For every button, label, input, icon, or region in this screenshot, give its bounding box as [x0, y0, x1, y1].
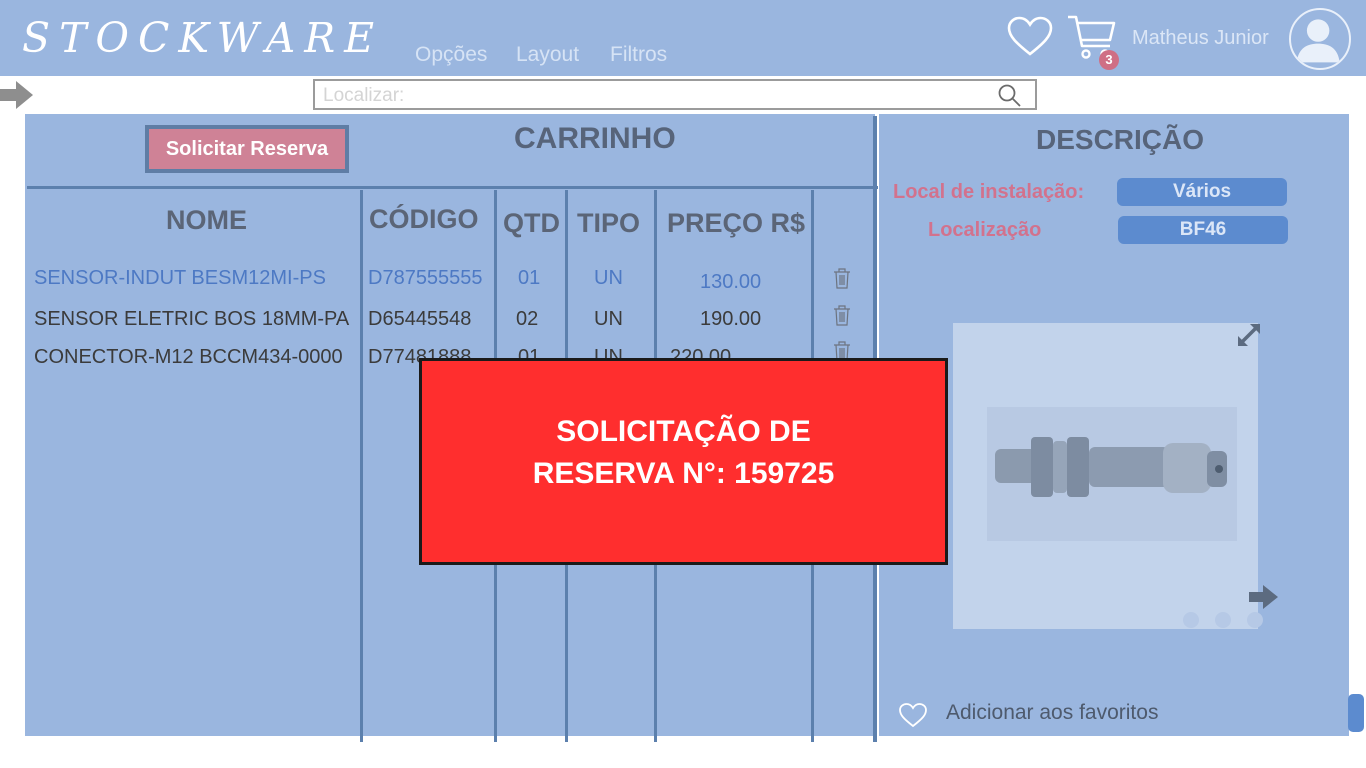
row-1-name[interactable]: SENSOR-INDUT BESM12MI-PS — [34, 267, 326, 290]
description-title: DESCRIÇÃO — [1036, 124, 1205, 155]
install-location-label: Local de instalação: — [893, 181, 1085, 203]
row-2-price: 190.00 — [700, 308, 762, 330]
row-1-qty[interactable]: 01 — [518, 267, 540, 290]
search-input[interactable]: Localizar: — [313, 79, 1037, 110]
heart-icon[interactable] — [898, 702, 928, 728]
arrow-right-icon[interactable] — [0, 80, 34, 110]
app-logo: STOCKWARE — [22, 14, 384, 62]
row-2-name[interactable]: SENSOR ELETRIC BOS 18MM-PA — [34, 308, 349, 331]
reservation-confirmation-dialog[interactable]: SOLICITAÇÃO DE RESERVA N°: 159725 — [419, 358, 948, 565]
search-placeholder: Localizar: — [323, 85, 405, 106]
menu-layout[interactable]: Layout — [516, 43, 579, 67]
add-to-favorites-link[interactable]: Adicionar aos favoritos — [946, 701, 1158, 725]
location-label: Localização — [928, 219, 1042, 241]
column-header-type[interactable]: TIPO — [577, 208, 640, 239]
carousel-dot[interactable] — [1247, 612, 1263, 628]
location-value: BF46 — [1118, 216, 1288, 244]
column-header-name[interactable]: NOME — [166, 205, 247, 236]
reservation-message: SOLICITAÇÃO DE RESERVA N°: 159725 — [422, 411, 945, 495]
menu-opcoes[interactable]: Opções — [415, 43, 487, 67]
cart-header-divider — [27, 186, 878, 189]
expand-icon[interactable] — [1236, 322, 1262, 348]
scrollbar-handle[interactable] — [1348, 694, 1364, 732]
column-header-price[interactable]: PREÇO R$ — [667, 208, 805, 239]
column-divider — [360, 190, 363, 742]
cart-title: CARRINHO — [514, 122, 676, 155]
carousel-dot[interactable] — [1215, 612, 1231, 628]
product-image — [987, 407, 1237, 541]
install-location-value: Vários — [1117, 178, 1287, 206]
row-1-price: 130.00 — [700, 271, 762, 293]
row-2-type: UN — [594, 308, 623, 330]
column-header-code[interactable]: CÓDIGO — [369, 204, 479, 235]
request-reservation-button[interactable]: Solicitar Reserva — [145, 125, 349, 173]
reservation-message-line1: SOLICITAÇÃO DE — [556, 415, 811, 448]
row-2-code[interactable]: D65445548 — [368, 308, 471, 331]
column-header-qty[interactable]: QTD — [503, 208, 560, 239]
trash-icon[interactable] — [832, 266, 852, 290]
carousel-dot[interactable] — [1183, 612, 1199, 628]
user-name[interactable]: Matheus Junior — [1132, 27, 1269, 50]
cart-count-badge: 3 — [1099, 50, 1119, 70]
row-3-name[interactable]: CONECTOR-M12 BCCM434-0000 — [34, 346, 343, 369]
search-icon[interactable] — [997, 83, 1023, 109]
reservation-message-line2: RESERVA N°: 159725 — [532, 457, 835, 490]
menu-filtros[interactable]: Filtros — [610, 43, 667, 67]
next-arrow-icon[interactable] — [1249, 584, 1279, 610]
row-1-type: UN — [594, 267, 623, 289]
user-avatar-icon[interactable] — [1289, 8, 1351, 70]
trash-icon[interactable] — [832, 303, 852, 327]
row-1-code[interactable]: D787555555 — [368, 267, 483, 290]
heart-icon[interactable] — [1006, 16, 1054, 58]
row-2-qty[interactable]: 02 — [516, 308, 538, 331]
product-image-viewer[interactable] — [953, 323, 1258, 629]
top-bar: STOCKWARE Opções Layout Filtros 3 Matheu… — [0, 0, 1366, 76]
